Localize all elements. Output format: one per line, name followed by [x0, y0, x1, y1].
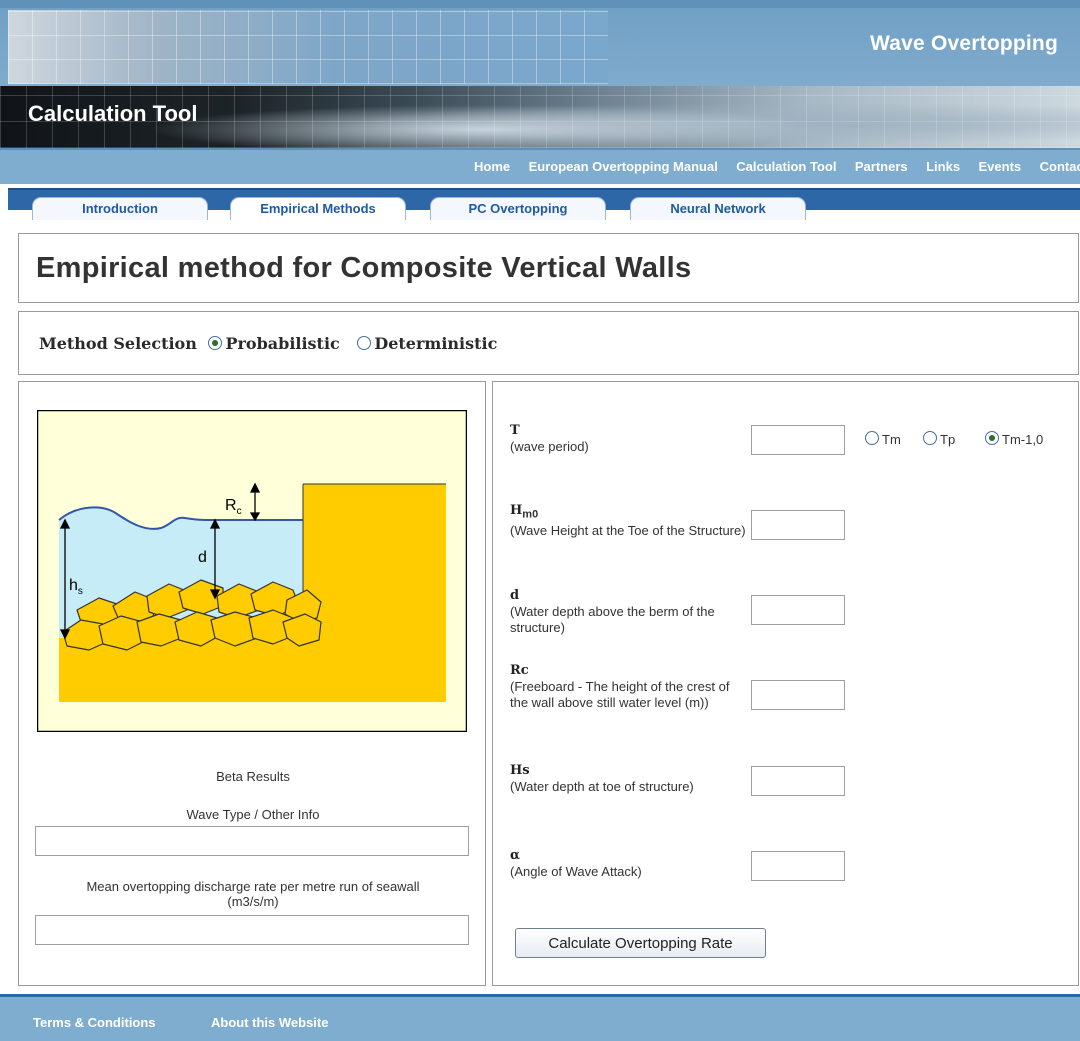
wave-height-input[interactable]	[751, 510, 845, 540]
nav-home[interactable]: Home	[474, 159, 510, 174]
nav-links[interactable]: Links	[926, 159, 960, 174]
tab-empirical-methods[interactable]: Empirical Methods	[230, 197, 406, 220]
radio-tp[interactable]	[923, 431, 937, 445]
nav-calculation-tool[interactable]: Calculation Tool	[736, 159, 836, 174]
site-brand[interactable]: Wave Overtopping	[870, 32, 1058, 56]
field-alpha-desc: (Angle of Wave Attack)	[510, 864, 642, 879]
banner-photo: Calculation Tool	[0, 86, 1080, 148]
nav-contact[interactable]: Contact	[1040, 159, 1080, 174]
field-t-label: T (wave period)	[510, 422, 750, 455]
field-hs-desc: (Water depth at toe of structure)	[510, 779, 694, 794]
banner-grid-image	[8, 10, 608, 84]
top-navigation: Home European Overtopping Manual Calcula…	[0, 148, 1080, 184]
field-hm0-desc: (Wave Height at the Toe of the Structure…	[510, 522, 746, 538]
period-type-tm[interactable]: Tm	[859, 431, 901, 447]
radio-tm[interactable]	[865, 431, 879, 445]
field-hs-symbol: Hs	[510, 763, 530, 778]
field-d-desc: (Water depth above the berm of the struc…	[510, 604, 715, 635]
field-t-symbol: T	[510, 423, 520, 438]
field-hm0-symbol-sub: m0	[522, 508, 539, 521]
field-hm0-label: Hm0 (Wave Height at the Toe of the Struc…	[510, 502, 750, 539]
title-panel: Empirical method for Composite Vertical …	[18, 233, 1079, 303]
method-selection-label: Method Selection	[39, 334, 197, 353]
field-hs-label: Hs (Water depth at toe of structure)	[510, 762, 750, 795]
field-alpha-symbol: α	[510, 848, 521, 863]
field-d-label: d (Water depth above the berm of the str…	[510, 587, 750, 636]
footer: Terms & Conditions About this Website	[0, 994, 1080, 1041]
tab-bar: Introduction Empirical Methods PC Overto…	[0, 184, 1080, 224]
discharge-unit-label: (m3/s/m)	[227, 894, 279, 909]
discharge-label: Mean overtopping discharge rate per metr…	[86, 879, 420, 894]
field-t-desc: (wave period)	[510, 439, 589, 454]
method-selection-panel: Method Selection Probabilistic Determini…	[18, 311, 1079, 375]
toe-depth-input[interactable]	[751, 766, 845, 796]
diagram-label-d: d	[198, 549, 207, 566]
berm-depth-input[interactable]	[751, 595, 845, 625]
probabilistic-label[interactable]: Probabilistic	[225, 334, 339, 353]
calculate-button[interactable]: Calculate Overtopping Rate	[515, 928, 766, 958]
diagram-label-hs-sub: s	[78, 586, 83, 597]
wave-period-input[interactable]	[751, 425, 845, 455]
page-title: Empirical method for Composite Vertical …	[36, 252, 692, 284]
diagram-results-panel: Rc d hs Beta Results Wave Type / Other I…	[18, 381, 486, 986]
freeboard-input[interactable]	[751, 680, 845, 710]
tm-label[interactable]: Tm	[882, 432, 901, 447]
period-type-tm-1-0[interactable]: Tm-1,0	[979, 431, 1043, 447]
input-panel: T (wave period) Tm Tp Tm-1,0 Hm0 (Wave H…	[492, 381, 1079, 986]
wave-type-output[interactable]	[35, 826, 469, 856]
beta-results-label: Beta Results	[216, 769, 290, 784]
radio-tm-1-0[interactable]	[985, 431, 999, 445]
field-d-symbol: d	[510, 588, 520, 603]
tab-pc-overtopping[interactable]: PC Overtopping	[430, 197, 606, 220]
header-banner: Wave Overtopping Calculation Tool	[0, 0, 1080, 148]
diagram-label-hs: h	[69, 577, 78, 594]
footer-terms-link[interactable]: Terms & Conditions	[33, 1015, 156, 1030]
nav-partners[interactable]: Partners	[855, 159, 908, 174]
deterministic-label[interactable]: Deterministic	[374, 334, 497, 353]
field-hm0-symbol: H	[510, 503, 523, 518]
field-rc-label: Rc (Freeboard - The height of the crest …	[510, 662, 750, 711]
nav-events[interactable]: Events	[979, 159, 1022, 174]
diagram-label-rc-sub: c	[237, 506, 242, 517]
wave-type-label: Wave Type / Other Info	[186, 807, 320, 822]
field-rc-symbol: Rc	[510, 663, 529, 678]
footer-about-link[interactable]: About this Website	[211, 1015, 328, 1030]
tm-1-0-label[interactable]: Tm-1,0	[1002, 432, 1043, 447]
nav-european-overtopping-manual[interactable]: European Overtopping Manual	[529, 159, 718, 174]
banner-title: Calculation Tool	[28, 101, 198, 126]
tp-label[interactable]: Tp	[940, 432, 955, 447]
discharge-output[interactable]	[35, 915, 469, 945]
tab-neural-network[interactable]: Neural Network	[630, 197, 806, 220]
composite-wall-diagram: Rc d hs	[37, 410, 467, 732]
period-type-tp[interactable]: Tp	[917, 431, 955, 447]
radio-probabilistic[interactable]	[208, 336, 223, 350]
field-alpha-label: α (Angle of Wave Attack)	[510, 847, 750, 880]
wave-angle-input[interactable]	[751, 851, 845, 881]
field-rc-desc: (Freeboard - The height of the crest of …	[510, 679, 730, 710]
banner-top-strip	[0, 0, 1080, 8]
radio-deterministic[interactable]	[357, 336, 372, 350]
tab-introduction[interactable]: Introduction	[32, 197, 208, 220]
diagram-label-rc: R	[225, 497, 237, 514]
